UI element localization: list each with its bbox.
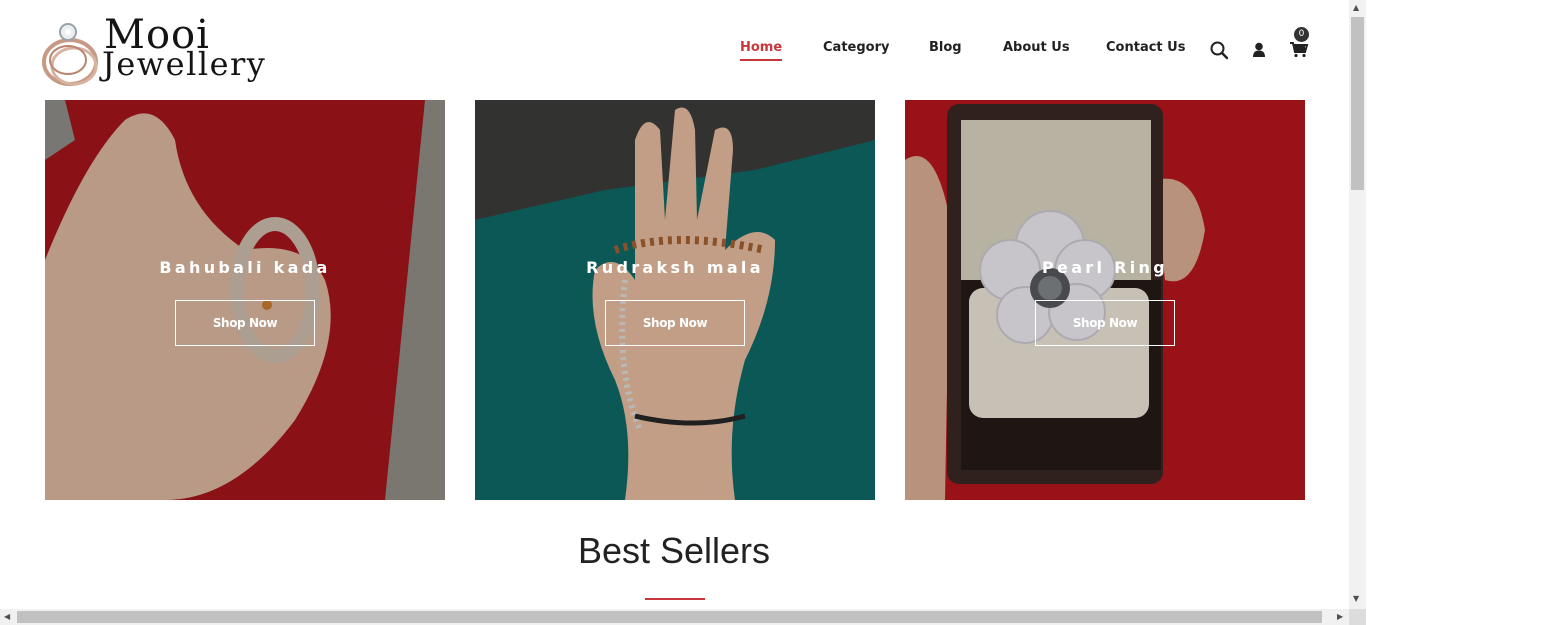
- ring-logo-icon: [42, 23, 98, 86]
- cart-icon[interactable]: [1289, 40, 1309, 60]
- shop-now-button[interactable]: Shop Now: [1035, 300, 1175, 346]
- best-sellers-heading: Best Sellers: [577, 530, 771, 571]
- cart-count-badge: 0: [1294, 27, 1309, 42]
- banner-pearl-ring[interactable]: Pearl Ring Shop Now: [905, 100, 1305, 500]
- blank-area: [1366, 0, 1549, 625]
- banner-rudraksh-mala[interactable]: Rudraksh mala Shop Now: [475, 100, 875, 500]
- banner-title: Bahubali kada: [159, 258, 331, 277]
- search-icon[interactable]: [1209, 40, 1229, 60]
- scroll-right-arrow-icon[interactable]: ▶: [1337, 613, 1343, 621]
- nav-about-us[interactable]: About Us: [1003, 40, 1070, 55]
- nav-contact-us[interactable]: Contact Us: [1106, 40, 1185, 55]
- shop-now-button[interactable]: Shop Now: [175, 300, 315, 346]
- vertical-scroll-thumb[interactable]: [1351, 17, 1364, 190]
- nav-category[interactable]: Category: [823, 40, 889, 55]
- scroll-left-arrow-icon[interactable]: ◀: [4, 613, 10, 621]
- heading-underline: [645, 598, 705, 600]
- brand-line-2: Jewellery: [102, 45, 267, 83]
- user-icon[interactable]: [1249, 40, 1269, 60]
- banner-title: Pearl Ring: [1042, 258, 1168, 277]
- nav-blog[interactable]: Blog: [929, 40, 962, 55]
- scroll-up-arrow-icon[interactable]: ▲: [1353, 4, 1359, 12]
- page-viewport: Mooi Jewellery Home Category Blog About …: [0, 0, 1349, 609]
- scrollbar-corner: [1349, 609, 1366, 625]
- banner-title: Rudraksh mala: [586, 258, 764, 277]
- shop-now-button[interactable]: Shop Now: [605, 300, 745, 346]
- brand-logo[interactable]: Mooi Jewellery: [38, 12, 288, 90]
- nav-home[interactable]: Home: [740, 40, 783, 61]
- horizontal-scroll-thumb[interactable]: [17, 611, 1322, 623]
- banner-bahubali-kada[interactable]: Bahubali kada Shop Now: [45, 100, 445, 500]
- scroll-down-arrow-icon[interactable]: ▼: [1353, 595, 1359, 603]
